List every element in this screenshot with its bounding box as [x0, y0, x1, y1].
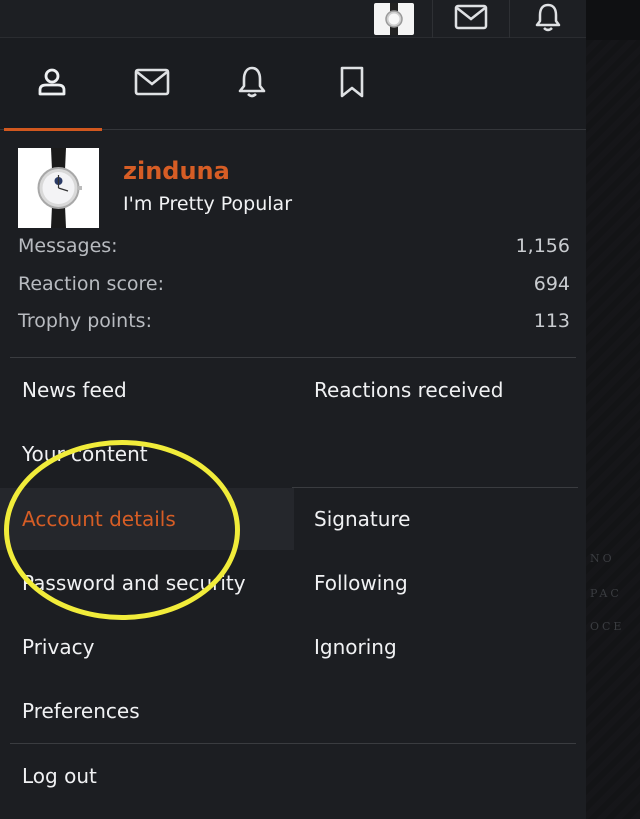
background-page: NO PAC OCE [586, 0, 640, 819]
menu-ignoring[interactable]: Ignoring [292, 616, 576, 678]
avatar[interactable] [18, 148, 99, 228]
profile-summary: zinduna I'm Pretty Popular Messages: 1,1… [0, 131, 586, 357]
bell-icon [533, 2, 563, 36]
alerts-button[interactable] [510, 0, 586, 38]
menu-log-out[interactable]: Log out [0, 745, 576, 807]
username[interactable]: zinduna [123, 157, 230, 185]
stat-reaction-score: Reaction score: 694 [18, 269, 570, 299]
envelope-icon [134, 68, 170, 100]
menu-your-content[interactable]: Your content [0, 423, 292, 485]
stat-messages: Messages: 1,156 [18, 231, 570, 261]
bell-icon [236, 65, 268, 103]
user-icon [37, 67, 67, 101]
account-menu-panel: zinduna I'm Pretty Popular Messages: 1,1… [0, 38, 586, 819]
account-button[interactable] [356, 0, 432, 38]
menu-account-details[interactable]: Account details [0, 488, 294, 550]
menu-privacy[interactable]: Privacy [0, 616, 292, 678]
user-title: I'm Pretty Popular [123, 193, 293, 215]
stat-label: Messages: [18, 235, 118, 257]
menu-following[interactable]: Following [292, 552, 576, 614]
conversations-button[interactable] [433, 0, 509, 38]
menu-signature[interactable]: Signature [292, 488, 576, 550]
map-label: NO [590, 552, 615, 565]
tab-conversations[interactable] [102, 38, 202, 130]
menu-preferences[interactable]: Preferences [0, 680, 292, 742]
menu-reactions-received[interactable]: Reactions received [292, 359, 576, 421]
account-menu-tabs [0, 38, 586, 131]
divider [10, 743, 576, 744]
divider [10, 357, 576, 358]
tab-alerts[interactable] [202, 38, 302, 130]
menu-news-feed[interactable]: News feed [0, 359, 292, 421]
stat-value: 694 [533, 273, 570, 295]
tab-bookmarks[interactable] [302, 38, 402, 130]
stat-label: Reaction score: [18, 273, 165, 295]
envelope-icon [454, 4, 488, 34]
bookmark-icon [339, 66, 365, 102]
map-label: OCE [590, 620, 625, 633]
stat-label: Trophy points: [18, 310, 152, 332]
menu-password-security[interactable]: Password and security [0, 552, 292, 614]
stat-value: 1,156 [515, 235, 570, 257]
tab-account[interactable] [2, 38, 102, 131]
stat-value: 113 [533, 310, 570, 332]
avatar-thumb [374, 3, 414, 35]
stat-trophy-points: Trophy points: 113 [18, 306, 570, 336]
top-navigation-bar [0, 0, 586, 38]
background-map-image [586, 40, 640, 819]
map-label: PAC [590, 587, 622, 600]
